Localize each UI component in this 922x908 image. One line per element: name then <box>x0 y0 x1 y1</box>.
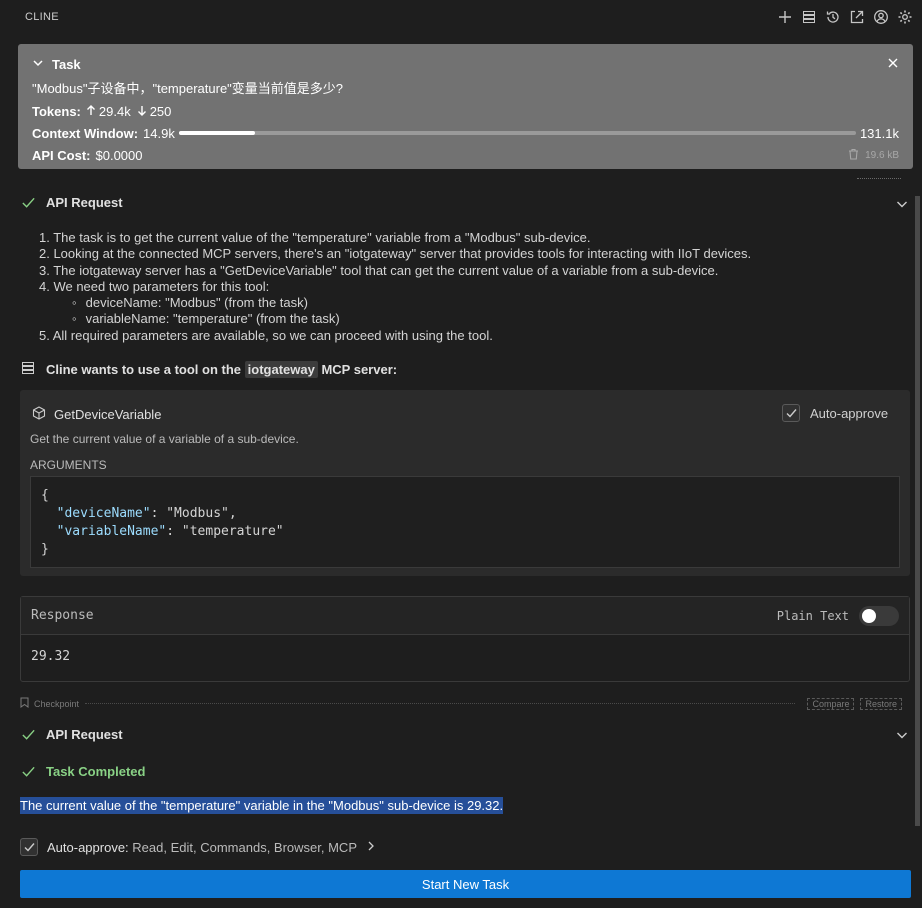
scroll-marker <box>857 178 901 179</box>
tokens-up: 29.4k <box>98 103 131 119</box>
tool-name-row: GetDeviceVariable <box>32 406 161 423</box>
context-progress-fill <box>178 131 256 135</box>
task-panel: Task "Modbus"子设备中，"temperature"变量当前值是多少?… <box>18 44 913 169</box>
close-icon[interactable] <box>887 57 899 72</box>
checkpoint-label: Checkpoint <box>34 698 80 709</box>
history-icon[interactable] <box>824 8 842 26</box>
auto-approve-checkbox[interactable] <box>782 404 800 422</box>
cost-label: API Cost: <box>32 147 91 163</box>
tokens-label: Tokens: <box>32 103 81 119</box>
mcp-request-row: Cline wants to use a tool on the iotgate… <box>20 360 397 379</box>
task-completed-label: Task Completed <box>46 763 146 779</box>
plain-text-label: Plain Text <box>776 608 849 623</box>
plain-text-toggle-row[interactable]: Plain Text <box>776 605 899 626</box>
tool-description: Get the current value of a variable of a… <box>30 432 299 446</box>
scrollbar[interactable] <box>915 196 920 826</box>
server-icon <box>20 360 36 379</box>
context-max: 131.1k <box>859 125 899 141</box>
api-request-row-2[interactable]: API Request <box>20 726 123 742</box>
context-label: Context Window: <box>32 125 139 141</box>
list-item: 4. We need two parameters for this tool: <box>39 278 270 294</box>
auto-approve-bar[interactable]: Auto-approve: Read, Edit, Commands, Brow… <box>20 838 376 856</box>
toggle-knob <box>862 608 876 623</box>
compare-button[interactable]: Compare <box>807 697 855 710</box>
list-item: 1. The task is to get the current value … <box>39 230 591 245</box>
list-subitem: ◦ deviceName: "Modbus" (from the task) <box>72 295 308 311</box>
arrow-down-icon <box>137 104 147 119</box>
context-progress <box>178 131 856 135</box>
mcp-suffix: MCP server: <box>321 362 398 377</box>
tokens-row: Tokens: 29.4k 250 <box>32 103 899 119</box>
context-row: Context Window: 14.9k 131.1k <box>32 125 899 141</box>
mcp-prefix: Cline wants to use a tool on the <box>46 362 242 377</box>
export-size[interactable]: 19.6 kB <box>848 148 899 163</box>
mcp-server-name: iotgateway <box>244 361 318 378</box>
plus-icon[interactable] <box>776 8 794 26</box>
reasoning-list: 1. The task is to get the current value … <box>39 230 751 344</box>
checkpoint-row: Checkpoint Compare Restore <box>20 697 902 710</box>
result-text: The current value of the "temperature" v… <box>20 797 504 814</box>
auto-approve-checkbox[interactable] <box>20 838 38 856</box>
arrow-up-icon <box>86 104 96 119</box>
api-request-row-1[interactable]: API Request <box>20 194 123 210</box>
task-title: Task <box>52 56 81 72</box>
auto-approve-items: Read, Edit, Commands, Browser, MCP <box>132 839 357 855</box>
api-request-label: API Request <box>46 194 123 210</box>
task-header[interactable]: Task <box>32 54 899 74</box>
tool-card: GetDeviceVariable Auto-approve Get the c… <box>20 390 910 576</box>
tool-auto-approve[interactable]: Auto-approve <box>782 404 888 422</box>
chevron-right-icon[interactable] <box>366 840 376 855</box>
arguments-code: { "deviceName": "Modbus", "variableName"… <box>30 476 900 568</box>
app-title: CLINE <box>25 11 59 23</box>
start-new-task-button[interactable]: Start New Task <box>20 870 911 898</box>
response-value: 29.32 <box>31 649 71 664</box>
list-subitem: ◦ variableName: "temperature" (from the t… <box>72 311 340 327</box>
tokens-down: 250 <box>149 103 172 119</box>
top-bar: CLINE <box>0 0 922 34</box>
chevron-down-icon[interactable] <box>32 57 44 72</box>
auto-approve-label: Auto-approve <box>810 405 889 421</box>
api-request-label: API Request <box>46 726 123 742</box>
chevron-down-icon[interactable] <box>895 197 909 211</box>
restore-button[interactable]: Restore <box>860 697 902 710</box>
response-title: Response <box>31 608 94 623</box>
bookmark-icon <box>20 697 29 710</box>
popout-icon[interactable] <box>848 8 866 26</box>
toolbar <box>776 8 914 26</box>
trash-icon[interactable] <box>848 148 859 163</box>
task-completed-row: Task Completed <box>20 763 145 779</box>
task-size: 19.6 kB <box>865 149 899 161</box>
list-item: 2. Looking at the connected MCP servers,… <box>39 246 752 262</box>
tool-name: GetDeviceVariable <box>54 407 162 422</box>
plain-text-toggle[interactable] <box>859 605 899 626</box>
context-used: 14.9k <box>143 125 175 141</box>
arguments-label: ARGUMENTS <box>30 458 107 472</box>
check-icon <box>20 763 36 779</box>
divider <box>85 703 796 704</box>
auto-approve-label: Auto-approve: <box>47 839 129 855</box>
cost-row: API Cost: $0.0000 19.6 kB <box>32 147 899 163</box>
task-question: "Modbus"子设备中，"temperature"变量当前值是多少? <box>32 81 344 96</box>
server-icon[interactable] <box>800 8 818 26</box>
cost-value: $0.0000 <box>95 147 143 163</box>
settings-icon[interactable] <box>896 8 914 26</box>
response-header: Response Plain Text <box>21 597 909 635</box>
cube-icon <box>32 406 46 423</box>
account-icon[interactable] <box>872 8 890 26</box>
check-icon <box>20 726 36 742</box>
check-icon <box>20 194 36 210</box>
list-item: 5. All required parameters are available… <box>39 327 493 343</box>
list-item: 3. The iotgateway server has a "GetDevic… <box>39 262 719 278</box>
response-panel: Response Plain Text 29.32 <box>20 596 910 682</box>
chevron-down-icon[interactable] <box>895 728 909 742</box>
